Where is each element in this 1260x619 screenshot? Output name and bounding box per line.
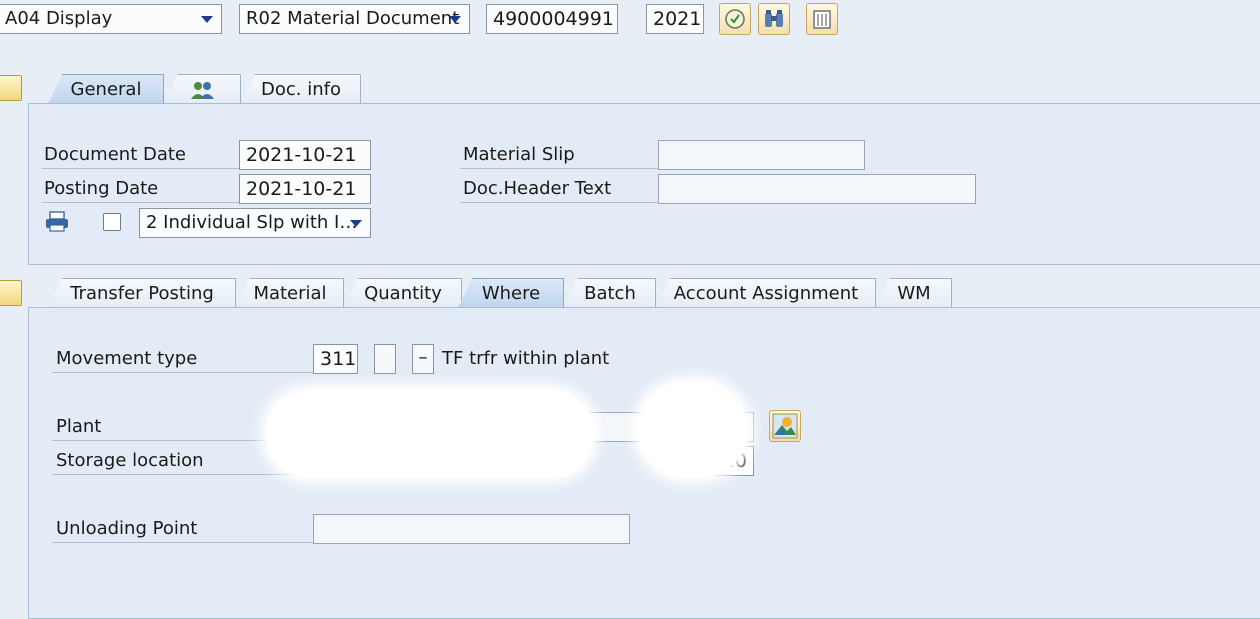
partner-icon (190, 82, 214, 99)
document-date-field[interactable]: 2021-10-21 (239, 140, 371, 170)
unloading-point-label: Unloading Point (56, 518, 198, 539)
plant-overview-icon (772, 413, 798, 439)
chevron-down-icon (201, 16, 213, 23)
print-option-select[interactable]: 2 Individual Slp with I… (139, 208, 371, 238)
posting-date-label: Posting Date (44, 178, 159, 199)
doc-header-text-label: Doc.Header Text (463, 178, 612, 199)
execute-icon (725, 9, 745, 29)
movement-type-field[interactable]: 311 (313, 344, 358, 374)
movement-type-label: Movement type (56, 348, 198, 369)
tab-partner[interactable] (164, 74, 241, 104)
redaction-mark (266, 390, 594, 478)
print-checkbox[interactable] (103, 213, 121, 231)
year-field[interactable]: 2021 (646, 4, 704, 34)
print-button[interactable] (44, 210, 70, 234)
tab-label: Where (481, 283, 541, 304)
tab-account-assignment[interactable]: Account Assignment (656, 278, 876, 308)
tab-doc-info-label: Doc. info (261, 79, 341, 100)
plant-label: Plant (56, 416, 102, 437)
tab-label: Transfer Posting (70, 283, 214, 304)
calendar-button[interactable] (806, 3, 838, 35)
plant-overview-button[interactable] (769, 410, 801, 442)
printer-icon (46, 211, 68, 232)
header-panel (28, 103, 1260, 265)
movement-sign-field[interactable]: – (412, 344, 434, 374)
unloading-point-field[interactable] (313, 514, 630, 544)
tab-label: Material (253, 283, 327, 304)
object-select[interactable]: R02 Material Document (239, 4, 470, 34)
where-panel (28, 307, 1260, 619)
tab-batch[interactable]: Batch (564, 278, 656, 308)
tab-material[interactable]: Material (236, 278, 344, 308)
material-slip-field[interactable] (658, 140, 865, 170)
redaction-mark (638, 382, 748, 478)
tab-label: WM (897, 283, 931, 304)
document-number-field[interactable]: 4900004991 (486, 4, 618, 34)
folder-icon[interactable] (0, 280, 22, 306)
document-date-label: Document Date (44, 144, 186, 165)
tab-general[interactable]: General (48, 74, 164, 104)
tab-where[interactable]: Where (458, 278, 564, 308)
object-select-value: R02 Material Document (246, 8, 460, 29)
special-stock-field[interactable] (374, 344, 396, 374)
material-slip-label: Material Slip (463, 144, 575, 165)
chevron-down-icon (350, 220, 362, 227)
tab-transfer-posting[interactable]: Transfer Posting (48, 278, 236, 308)
tab-wm[interactable]: WM (876, 278, 952, 308)
folder-icon[interactable] (0, 75, 22, 101)
posting-date-field[interactable]: 2021-10-21 (239, 174, 371, 204)
find-button[interactable] (758, 3, 790, 35)
calendar-icon (813, 10, 831, 29)
print-option-value: 2 Individual Slp with I… (146, 212, 358, 233)
chevron-down-icon (449, 16, 461, 23)
movement-description: TF trfr within plant (442, 348, 610, 369)
action-select-value: A04 Display (5, 8, 113, 29)
storage-location-label: Storage location (56, 450, 204, 471)
action-select[interactable]: A04 Display (0, 4, 222, 34)
doc-header-text-field[interactable] (658, 174, 976, 204)
find-icon (765, 10, 783, 27)
movement-sign: – (418, 347, 428, 368)
execute-button[interactable] (719, 3, 751, 35)
tab-label: Account Assignment (673, 283, 859, 304)
tab-quantity[interactable]: Quantity (344, 278, 462, 308)
tab-doc-info[interactable]: Doc. info (241, 74, 361, 104)
tab-label: Batch (584, 283, 636, 304)
tab-label: Quantity (364, 283, 442, 304)
tab-general-label: General (70, 79, 142, 100)
